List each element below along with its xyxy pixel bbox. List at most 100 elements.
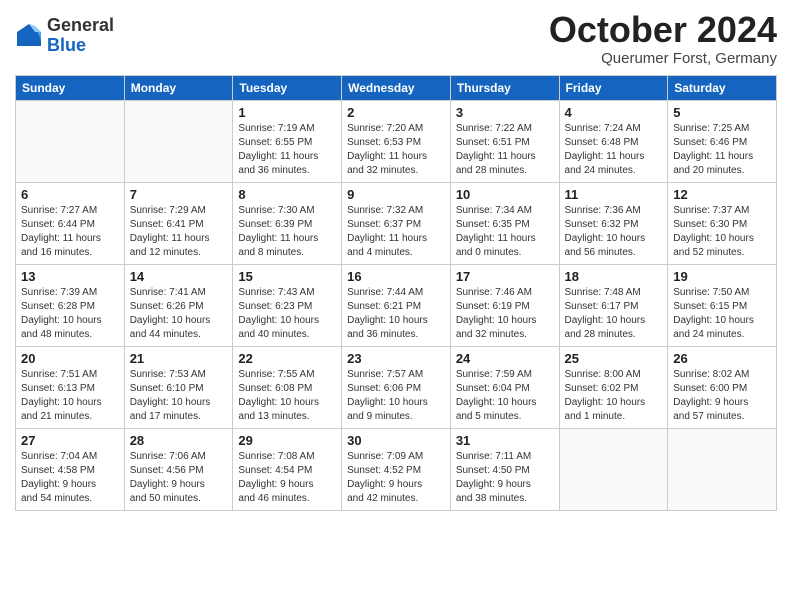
weekday-friday: Friday (559, 75, 668, 100)
calendar: SundayMondayTuesdayWednesdayThursdayFrid… (15, 75, 777, 511)
day-number: 20 (21, 351, 119, 366)
day-detail: Sunrise: 7:43 AM Sunset: 6:23 PM Dayligh… (238, 286, 336, 342)
day-detail: Sunrise: 7:59 AM Sunset: 6:04 PM Dayligh… (456, 368, 554, 424)
day-detail: Sunrise: 7:36 AM Sunset: 6:32 PM Dayligh… (565, 204, 663, 260)
weekday-sunday: Sunday (16, 75, 125, 100)
day-cell: 31 Sunrise: 7:11 AM Sunset: 4:50 PM Dayli… (450, 428, 559, 510)
day-number: 6 (21, 187, 119, 202)
day-cell: 19 Sunrise: 7:50 AM Sunset: 6:15 PM Dayli… (668, 264, 777, 346)
day-detail: Sunrise: 7:46 AM Sunset: 6:19 PM Dayligh… (456, 286, 554, 342)
day-number: 4 (565, 105, 663, 120)
day-detail: Sunrise: 7:06 AM Sunset: 4:56 PM Dayligh… (130, 450, 228, 506)
day-cell: 2 Sunrise: 7:20 AM Sunset: 6:53 PM Daylig… (342, 100, 451, 182)
day-number: 3 (456, 105, 554, 120)
day-number: 12 (673, 187, 771, 202)
week-row-2: 6 Sunrise: 7:27 AM Sunset: 6:44 PM Daylig… (16, 182, 777, 264)
day-cell: 6 Sunrise: 7:27 AM Sunset: 6:44 PM Daylig… (16, 182, 125, 264)
day-cell (124, 100, 233, 182)
day-number: 10 (456, 187, 554, 202)
day-detail: Sunrise: 7:37 AM Sunset: 6:30 PM Dayligh… (673, 204, 771, 260)
day-detail: Sunrise: 7:08 AM Sunset: 4:54 PM Dayligh… (238, 450, 336, 506)
day-number: 16 (347, 269, 445, 284)
day-detail: Sunrise: 7:19 AM Sunset: 6:55 PM Dayligh… (238, 122, 336, 178)
day-detail: Sunrise: 7:50 AM Sunset: 6:15 PM Dayligh… (673, 286, 771, 342)
day-detail: Sunrise: 7:09 AM Sunset: 4:52 PM Dayligh… (347, 450, 445, 506)
day-number: 9 (347, 187, 445, 202)
weekday-header-row: SundayMondayTuesdayWednesdayThursdayFrid… (16, 75, 777, 100)
day-number: 23 (347, 351, 445, 366)
day-cell: 18Sunrise: 7:48 AM Sunset: 6:17 PM Dayli… (559, 264, 668, 346)
day-number: 31 (456, 433, 554, 448)
weekday-wednesday: Wednesday (342, 75, 451, 100)
day-cell: 17 Sunrise: 7:46 AM Sunset: 6:19 PM Dayli… (450, 264, 559, 346)
logo-text: General Blue (47, 16, 114, 56)
day-cell: 22Sunrise: 7:55 AM Sunset: 6:08 PM Dayli… (233, 346, 342, 428)
day-number: 14 (130, 269, 228, 284)
day-number: 21 (130, 351, 228, 366)
day-cell: 25 Sunrise: 8:00 AM Sunset: 6:02 PM Dayli… (559, 346, 668, 428)
day-number: 5 (673, 105, 771, 120)
weekday-monday: Monday (124, 75, 233, 100)
day-detail: Sunrise: 7:11 AM Sunset: 4:50 PM Dayligh… (456, 450, 554, 506)
day-detail: Sunrise: 7:24 AM Sunset: 6:48 PM Dayligh… (565, 122, 663, 178)
day-cell: 1 Sunrise: 7:19 AM Sunset: 6:55 PM Daylig… (233, 100, 342, 182)
day-cell: 5 Sunrise: 7:25 AM Sunset: 6:46 PM Daylig… (668, 100, 777, 182)
day-number: 2 (347, 105, 445, 120)
calendar-body: 1 Sunrise: 7:19 AM Sunset: 6:55 PM Daylig… (16, 100, 777, 510)
week-row-5: 27 Sunrise: 7:04 AM Sunset: 4:58 PM Dayli… (16, 428, 777, 510)
day-number: 22 (238, 351, 336, 366)
header: General Blue October 2024 Querumer Forst… (15, 10, 777, 67)
day-detail: Sunrise: 7:39 AM Sunset: 6:28 PM Dayligh… (21, 286, 119, 342)
day-cell: 4 Sunrise: 7:24 AM Sunset: 6:48 PM Daylig… (559, 100, 668, 182)
day-number: 18 (565, 269, 663, 284)
day-cell: 21 Sunrise: 7:53 AM Sunset: 6:10 PM Dayli… (124, 346, 233, 428)
day-number: 8 (238, 187, 336, 202)
day-detail: Sunrise: 8:00 AM Sunset: 6:02 PM Dayligh… (565, 368, 663, 424)
day-number: 26 (673, 351, 771, 366)
day-number: 25 (565, 351, 663, 366)
day-number: 27 (21, 433, 119, 448)
day-number: 29 (238, 433, 336, 448)
logo-general: General (47, 15, 114, 35)
day-cell: 10 Sunrise: 7:34 AM Sunset: 6:35 PM Dayli… (450, 182, 559, 264)
day-cell (16, 100, 125, 182)
day-detail: Sunrise: 7:25 AM Sunset: 6:46 PM Dayligh… (673, 122, 771, 178)
day-detail: Sunrise: 7:27 AM Sunset: 6:44 PM Dayligh… (21, 204, 119, 260)
weekday-saturday: Saturday (668, 75, 777, 100)
logo: General Blue (15, 16, 114, 56)
day-detail: Sunrise: 7:20 AM Sunset: 6:53 PM Dayligh… (347, 122, 445, 178)
day-cell: 27 Sunrise: 7:04 AM Sunset: 4:58 PM Dayli… (16, 428, 125, 510)
day-detail: Sunrise: 7:53 AM Sunset: 6:10 PM Dayligh… (130, 368, 228, 424)
day-cell (668, 428, 777, 510)
logo-blue: Blue (47, 35, 86, 55)
day-cell: 3 Sunrise: 7:22 AM Sunset: 6:51 PM Daylig… (450, 100, 559, 182)
day-cell: 23Sunrise: 7:57 AM Sunset: 6:06 PM Dayli… (342, 346, 451, 428)
day-cell: 24Sunrise: 7:59 AM Sunset: 6:04 PM Dayli… (450, 346, 559, 428)
day-cell: 29 Sunrise: 7:08 AM Sunset: 4:54 PM Dayli… (233, 428, 342, 510)
week-row-1: 1 Sunrise: 7:19 AM Sunset: 6:55 PM Daylig… (16, 100, 777, 182)
day-number: 1 (238, 105, 336, 120)
day-number: 17 (456, 269, 554, 284)
day-cell: 13 Sunrise: 7:39 AM Sunset: 6:28 PM Dayli… (16, 264, 125, 346)
day-detail: Sunrise: 7:32 AM Sunset: 6:37 PM Dayligh… (347, 204, 445, 260)
day-cell: 14 Sunrise: 7:41 AM Sunset: 6:26 PM Dayli… (124, 264, 233, 346)
day-detail: Sunrise: 7:51 AM Sunset: 6:13 PM Dayligh… (21, 368, 119, 424)
day-cell: 7Sunrise: 7:29 AM Sunset: 6:41 PM Daylig… (124, 182, 233, 264)
day-cell: 28Sunrise: 7:06 AM Sunset: 4:56 PM Dayli… (124, 428, 233, 510)
day-cell: 26Sunrise: 8:02 AM Sunset: 6:00 PM Dayli… (668, 346, 777, 428)
day-number: 19 (673, 269, 771, 284)
location-title: Querumer Forst, Germany (549, 50, 777, 67)
day-detail: Sunrise: 7:04 AM Sunset: 4:58 PM Dayligh… (21, 450, 119, 506)
day-cell: 20 Sunrise: 7:51 AM Sunset: 6:13 PM Dayli… (16, 346, 125, 428)
title-area: October 2024 Querumer Forst, Germany (549, 10, 777, 67)
day-cell (559, 428, 668, 510)
logo-icon (15, 22, 43, 50)
day-cell: 12 Sunrise: 7:37 AM Sunset: 6:30 PM Dayli… (668, 182, 777, 264)
day-number: 13 (21, 269, 119, 284)
day-detail: Sunrise: 7:41 AM Sunset: 6:26 PM Dayligh… (130, 286, 228, 342)
week-row-4: 20 Sunrise: 7:51 AM Sunset: 6:13 PM Dayli… (16, 346, 777, 428)
day-detail: Sunrise: 7:22 AM Sunset: 6:51 PM Dayligh… (456, 122, 554, 178)
day-detail: Sunrise: 7:44 AM Sunset: 6:21 PM Dayligh… (347, 286, 445, 342)
day-detail: Sunrise: 7:34 AM Sunset: 6:35 PM Dayligh… (456, 204, 554, 260)
day-cell: 9 Sunrise: 7:32 AM Sunset: 6:37 PM Daylig… (342, 182, 451, 264)
